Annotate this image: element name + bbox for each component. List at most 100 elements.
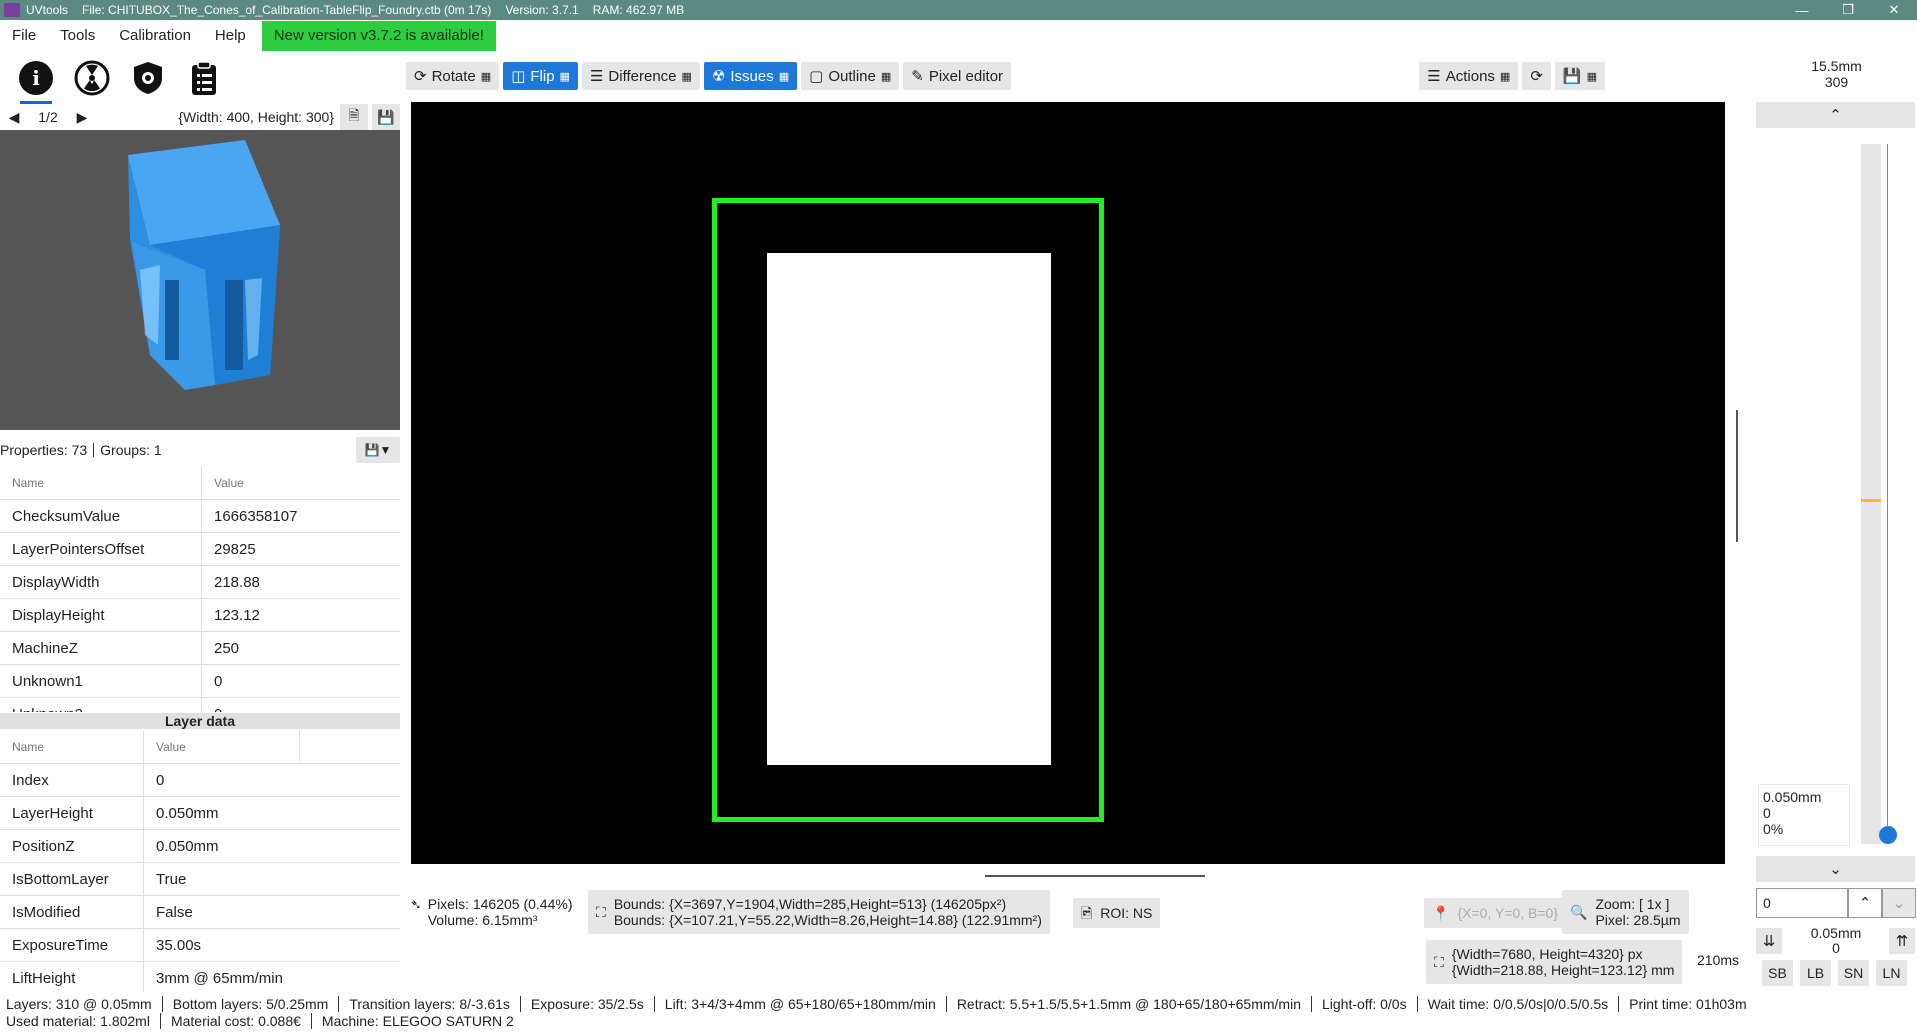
property-value: 0 <box>202 706 222 713</box>
summary-bottom-layers: Bottom layers: 5/0.25mm <box>161 995 339 1012</box>
issues-button[interactable]: ☢ Issues ▦ <box>703 62 798 90</box>
coordinates-box[interactable]: 📍 {X=0, Y=0, B=0} <box>1424 898 1566 928</box>
ln-button[interactable]: LN <box>1876 960 1907 986</box>
bounds-box[interactable]: ⛶ Bounds: {X=3697,Y=1904,Width=285,Heigh… <box>588 890 1050 934</box>
save-thumbnail-button[interactable]: 💾 <box>372 104 400 130</box>
property-row[interactable]: LayerPointersOffset 29825 <box>0 533 400 566</box>
actions-button[interactable]: ☰ Actions ▦ <box>1419 62 1519 90</box>
import-thumbnail-button[interactable]: 🗎 <box>340 104 368 130</box>
rotate-button[interactable]: ⟳ Rotate ▦ <box>406 62 500 90</box>
property-row[interactable]: Unknown20 <box>0 698 400 712</box>
layer-number-input[interactable]: 0 <box>1756 888 1848 918</box>
property-row[interactable]: MachineZ 250 <box>0 632 400 665</box>
menu-file[interactable]: File <box>0 20 48 52</box>
minimize-icon[interactable]: — <box>1779 0 1825 20</box>
roi-button[interactable]: 🖻 ROI: NS <box>1073 898 1161 928</box>
next-thumbnail-button[interactable]: ▶ <box>68 104 96 130</box>
zoom-box[interactable]: 🔍 Zoom: [ 1x ] Pixel: 28.5µm <box>1562 890 1689 934</box>
layer-decrement-button[interactable]: ⌄ <box>1882 888 1916 918</box>
sn-button[interactable]: SN <box>1838 960 1869 986</box>
property-row[interactable]: Unknown1 0 <box>0 665 400 698</box>
ram-label: RAM: 462.97 MB <box>592 3 685 17</box>
layer-up-button[interactable]: ⌃ <box>1756 102 1915 128</box>
dropdown-icon: ▦ <box>681 70 692 83</box>
menu-tools[interactable]: Tools <box>48 20 107 52</box>
layer-row[interactable]: ExposureTime 35.00s <box>0 929 400 962</box>
properties-count: Properties: 73 <box>0 442 88 458</box>
model-preview-image <box>128 140 280 390</box>
prev-thumbnail-button[interactable]: ◀ <box>0 104 28 130</box>
go-first-layer-button[interactable]: ⇊ <box>1756 928 1782 954</box>
property-value: 1666358107 <box>214 507 298 525</box>
layer-row[interactable]: LiftHeight 3mm @ 65mm/min <box>0 962 400 992</box>
rotate-label: Rotate <box>431 67 476 85</box>
dropdown-icon: ▦ <box>559 70 570 83</box>
pixel-editor-label: Pixel editor <box>928 67 1004 85</box>
issues-label: Issues <box>730 67 774 85</box>
height-bottom: 0.05mm <box>1810 925 1862 941</box>
refresh-button[interactable]: ⟳ <box>1522 62 1551 90</box>
thumbnail-pager: 1/2 <box>38 109 58 125</box>
pixel-editor-button[interactable]: ✎ Pixel editor <box>903 62 1012 90</box>
column-name[interactable]: Name <box>0 466 202 499</box>
go-last-layer-button[interactable]: ⇈ <box>1889 928 1915 954</box>
layer-slider-thumb[interactable] <box>1879 826 1897 844</box>
tab-information[interactable]: i <box>8 56 64 104</box>
resolution-icon: ⛶ <box>1434 954 1444 970</box>
layer-increment-button[interactable]: ⌃ <box>1848 888 1882 918</box>
flip-button[interactable]: ◫ Flip ▦ <box>503 62 578 90</box>
pixels-info: ➴ Pixels: 146205 (0.44%) Volume: 6.15mm³ <box>410 896 573 928</box>
sb-button[interactable]: SB <box>1762 960 1793 986</box>
flip-icon: ◫ <box>511 68 526 85</box>
slider-rail <box>1887 144 1888 844</box>
close-icon[interactable]: ✕ <box>1871 0 1917 20</box>
menu-calibration[interactable]: Calibration <box>107 20 203 52</box>
layer-preview-canvas[interactable] <box>411 102 1725 864</box>
layer-row[interactable]: PositionZ 0.050mm <box>0 830 400 863</box>
column-value[interactable]: Value <box>202 476 244 490</box>
layer-name: IsBottomLayer <box>0 863 144 895</box>
property-row[interactable]: DisplayHeight 123.12 <box>0 599 400 632</box>
column-name[interactable]: Name <box>0 730 144 763</box>
layer-row[interactable]: Index 0 <box>0 764 400 797</box>
column-value[interactable]: Value <box>144 730 300 763</box>
layer-name: ExposureTime <box>0 929 144 961</box>
property-row[interactable]: DisplayWidth 218.88 <box>0 566 400 599</box>
layer-name: Index <box>0 764 144 796</box>
save-layer-button[interactable]: 💾 ▦ <box>1554 62 1605 90</box>
resolution-box[interactable]: ⛶ {Width=7680, Height=4320} px {Width=21… <box>1426 940 1683 984</box>
layer-row[interactable]: IsModified False <box>0 896 400 929</box>
layer-name: IsModified <box>0 896 144 928</box>
horizontal-scrollbar[interactable] <box>985 875 1205 877</box>
outline-button[interactable]: ▢ Outline ▦ <box>801 62 900 90</box>
save-properties-button[interactable]: 💾▼ <box>356 437 400 463</box>
layer-info-percent: 0% <box>1763 821 1784 837</box>
tab-log[interactable] <box>176 56 232 100</box>
difference-button[interactable]: ☰ Difference ▦ <box>581 62 700 90</box>
tab-issues[interactable] <box>64 56 120 100</box>
menu-help[interactable]: Help <box>203 20 258 52</box>
tab-pixel-editor[interactable] <box>120 56 176 100</box>
bounds-mm: Bounds: {X=107.21,Y=55.22,Width=8.26,Hei… <box>613 912 1042 928</box>
update-button[interactable]: New version v3.7.2 is available! <box>261 21 496 51</box>
layer-slider-track[interactable] <box>1861 144 1881 844</box>
zoom-label: Zoom: [ 1x ] <box>1595 896 1670 912</box>
layer-down-button[interactable]: ⌄ <box>1756 856 1915 882</box>
lb-button[interactable]: LB <box>1800 960 1831 986</box>
triangle-left-icon: ◀ <box>8 108 20 125</box>
left-tabs: i <box>8 56 232 104</box>
vertical-scrollbar[interactable] <box>1736 410 1738 542</box>
summary-lift: Lift: 3+4/3+4mm @ 65+180/65+180mm/min <box>653 995 946 1012</box>
refresh-icon: ⟳ <box>1530 68 1543 85</box>
summary-print-time: Print time: 01h03m <box>1618 995 1757 1012</box>
bounds-px: Bounds: {X=3697,Y=1904,Width=285,Height=… <box>613 896 1007 912</box>
layer-row[interactable]: LayerHeight 0.050mm <box>0 797 400 830</box>
summary-transition: Transition layers: 8/-3.61s <box>338 995 520 1012</box>
layer-value: False <box>156 903 193 921</box>
property-row[interactable]: ChecksumValue 1666358107 <box>0 500 400 533</box>
layer-row[interactable]: IsBottomLayer True <box>0 863 400 896</box>
restore-icon[interactable]: ❐ <box>1825 0 1871 20</box>
layer-count-top: 309 <box>1824 74 1849 90</box>
layer-island[interactable] <box>767 253 1051 765</box>
summary-layers: Layers: 310 @ 0.05mm <box>6 995 152 1012</box>
